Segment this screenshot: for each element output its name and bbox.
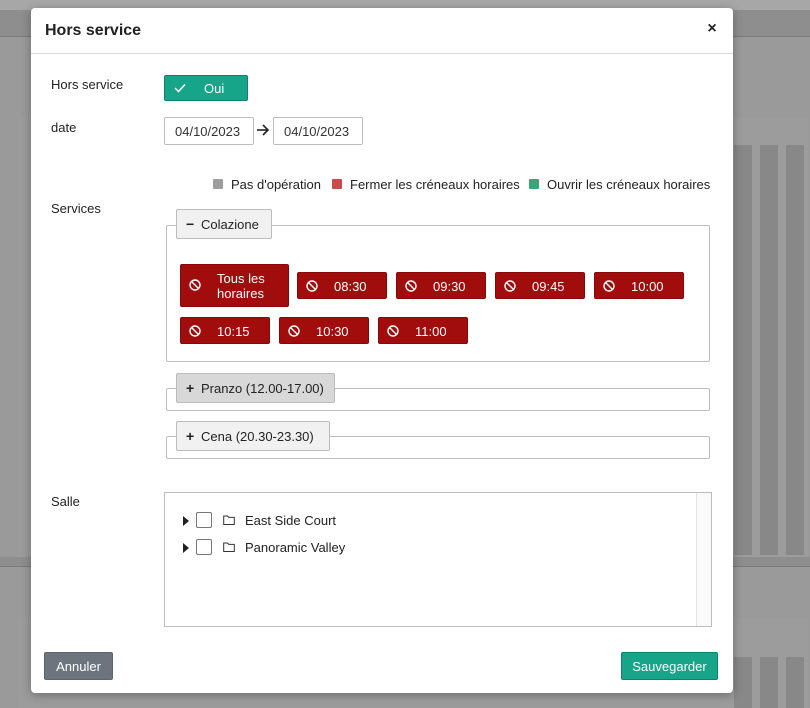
slot-button-all[interactable]: Tous les horaires — [180, 264, 289, 307]
room-name[interactable]: Panoramic Valley — [245, 540, 345, 555]
plus-icon: + — [186, 380, 195, 396]
minus-icon: − — [186, 216, 195, 232]
legend-label: Ouvrir les créneaux horaires — [547, 177, 711, 192]
slot-label: 10:30 — [316, 324, 349, 339]
out-of-service-modal: Hors service × Hors service Oui date Pas… — [31, 8, 733, 693]
tree-row: East Side Court — [183, 512, 683, 532]
plus-icon: + — [186, 428, 195, 444]
slot-label: Tous les horaires — [217, 271, 265, 301]
slot-label: 09:45 — [532, 279, 565, 294]
room-checkbox[interactable] — [196, 512, 212, 528]
service-name: Cena (20.30-23.30) — [201, 429, 314, 444]
out-of-service-label: Hors service — [51, 77, 124, 92]
tree-row: Panoramic Valley — [183, 539, 683, 559]
room-label: Salle — [51, 494, 80, 509]
legend-label: Fermer les créneaux horaires — [350, 177, 520, 192]
ban-icon — [504, 280, 516, 292]
room-checkbox[interactable] — [196, 539, 212, 555]
slot-label: 11:00 — [415, 324, 447, 339]
slot-label: 10:15 — [217, 324, 250, 339]
modal-header: Hors service × — [31, 8, 733, 54]
slot-label: 08:30 — [334, 279, 367, 294]
ban-icon — [189, 279, 201, 291]
legend-swatch — [332, 179, 342, 189]
ban-icon — [189, 325, 201, 337]
arrow-right-icon — [257, 124, 270, 136]
slot-label: 09:30 — [433, 279, 466, 294]
service-toggle-colazione[interactable]: − Colazione — [176, 209, 272, 239]
service-name: Colazione — [201, 217, 259, 232]
slot-button[interactable]: 10:15 — [180, 317, 270, 344]
toggle-label: Oui — [204, 81, 225, 96]
services-label: Services — [51, 201, 101, 216]
ban-icon — [288, 325, 300, 337]
service-name: Pranzo (12.00-17.00) — [201, 381, 324, 396]
cancel-button[interactable]: Annuler — [44, 652, 113, 680]
save-button[interactable]: Sauvegarder — [621, 652, 718, 680]
service-toggle-pranzo[interactable]: + Pranzo (12.00-17.00) — [176, 373, 335, 403]
slot-button[interactable]: 09:30 — [396, 272, 486, 299]
ban-icon — [405, 280, 417, 292]
slot-button[interactable]: 10:00 — [594, 272, 684, 299]
service-toggle-cena[interactable]: + Cena (20.30-23.30) — [176, 421, 330, 451]
room-name[interactable]: East Side Court — [245, 513, 336, 528]
legend-swatch — [529, 179, 539, 189]
legend-swatch — [213, 179, 223, 189]
slot-button[interactable]: 11:00 — [378, 317, 468, 344]
slot-button[interactable]: 08:30 — [297, 272, 387, 299]
modal-title: Hors service — [45, 22, 142, 39]
folder-icon — [223, 515, 235, 525]
ban-icon — [603, 280, 615, 292]
check-icon — [174, 83, 186, 93]
legend-label: Pas d'opération — [231, 177, 321, 192]
caret-right-icon[interactable] — [183, 543, 189, 553]
folder-icon — [223, 542, 235, 552]
date-from-input[interactable] — [164, 117, 254, 145]
slot-button[interactable]: 09:45 — [495, 272, 585, 299]
close-button[interactable]: × — [705, 21, 719, 37]
room-tree: East Side Court Panoramic Valley — [164, 492, 712, 627]
slot-button[interactable]: 10:30 — [279, 317, 369, 344]
ban-icon — [387, 325, 399, 337]
caret-right-icon[interactable] — [183, 516, 189, 526]
ban-icon — [306, 280, 318, 292]
out-of-service-toggle[interactable]: Oui — [164, 75, 248, 101]
date-label: date — [51, 120, 77, 135]
service-fieldset-colazione: Tous les horaires 08:30 09:30 09:45 10:0… — [166, 225, 710, 362]
tree-scrollbar[interactable] — [696, 493, 711, 626]
date-to-input[interactable] — [273, 117, 363, 145]
slot-label: 10:00 — [631, 279, 664, 294]
